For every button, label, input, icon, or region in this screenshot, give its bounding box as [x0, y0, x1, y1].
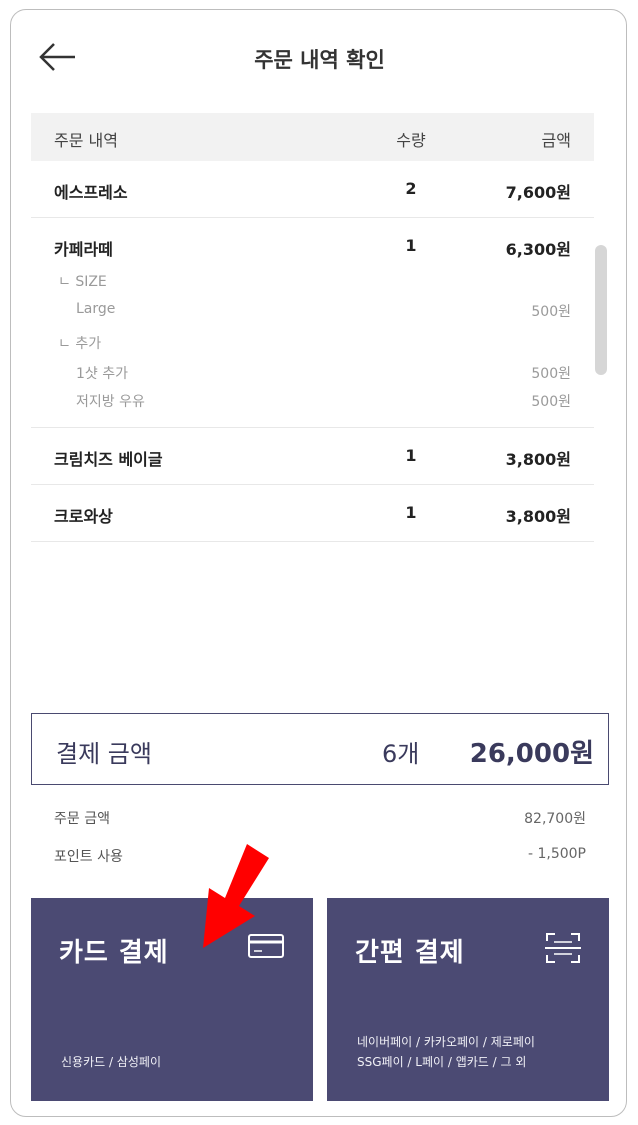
total-amount: 26,000원	[469, 739, 594, 769]
column-header-price: 금액	[541, 131, 571, 150]
option-price: 500원	[531, 394, 571, 410]
easy-payment-desc-line2: SSG페이 / L페이 / 앱카드 / 그 외	[357, 1055, 527, 1069]
option-name: 저지방 우유	[76, 394, 145, 410]
point-usage-value: - 1,500P	[527, 846, 586, 862]
item-name: 카페라떼	[54, 240, 113, 259]
point-usage-label: 포인트 사용	[54, 849, 123, 865]
item-price: 6,300원	[505, 240, 571, 259]
page-title: 주문 내역 확인	[254, 48, 385, 72]
item-name: 크림치즈 베이글	[54, 450, 163, 469]
table-row: 크로와상 1 3,800원	[31, 484, 594, 542]
table-row: 크림치즈 베이글 1 3,800원	[31, 427, 594, 485]
option-price: 500원	[531, 304, 571, 320]
annotation-arrow-icon	[203, 844, 269, 948]
option-group-label: ㄴ 추가	[58, 336, 102, 352]
column-header-qty: 수량	[396, 131, 426, 150]
item-qty: 1	[405, 236, 417, 255]
app-frame: 주문 내역 확인 주문 내역 수량 금액 에스프레소 2 7,600원 카페라떼…	[10, 9, 627, 1117]
total-count: 6개	[382, 740, 420, 768]
item-name: 크로와상	[54, 507, 113, 526]
item-price: 7,600원	[505, 183, 571, 202]
scrollbar[interactable]	[595, 245, 607, 375]
item-qty: 2	[405, 179, 417, 198]
item-qty: 1	[405, 503, 417, 522]
qr-scan-icon	[545, 933, 581, 963]
table-row: 카페라떼 1 6,300원 ㄴ SIZE Large 500원 ㄴ 추가 1샷 …	[31, 217, 594, 428]
item-qty: 1	[405, 446, 417, 465]
column-header-name: 주문 내역	[54, 131, 118, 150]
card-payment-desc: 신용카드 / 삼성페이	[61, 1055, 161, 1069]
item-price: 3,800원	[505, 507, 571, 526]
option-name: Large	[76, 301, 116, 317]
order-table-header: 주문 내역 수량 금액	[31, 113, 594, 161]
easy-payment-title: 간편 결제	[355, 938, 465, 968]
order-amount-label: 주문 금액	[54, 811, 110, 827]
item-price: 3,800원	[505, 450, 571, 469]
easy-payment-button[interactable]: 간편 결제 네이버페이 / 카카오페이 / 제로페이 SSG페이 / L페이 /…	[327, 898, 609, 1101]
option-price: 500원	[531, 366, 571, 382]
card-payment-title: 카드 결제	[59, 938, 169, 968]
total-label: 결제 금액	[56, 740, 152, 768]
order-amount-value: 82,700원	[524, 811, 586, 827]
total-summary-box: 결제 금액 6개 26,000원	[31, 713, 609, 785]
easy-payment-desc-line1: 네이버페이 / 카카오페이 / 제로페이	[357, 1035, 535, 1049]
item-name: 에스프레소	[54, 183, 128, 202]
table-row: 에스프레소 2 7,600원	[31, 161, 594, 218]
header: 주문 내역 확인	[11, 10, 628, 105]
option-group-label: ㄴ SIZE	[58, 274, 107, 290]
option-name: 1샷 추가	[76, 366, 128, 382]
